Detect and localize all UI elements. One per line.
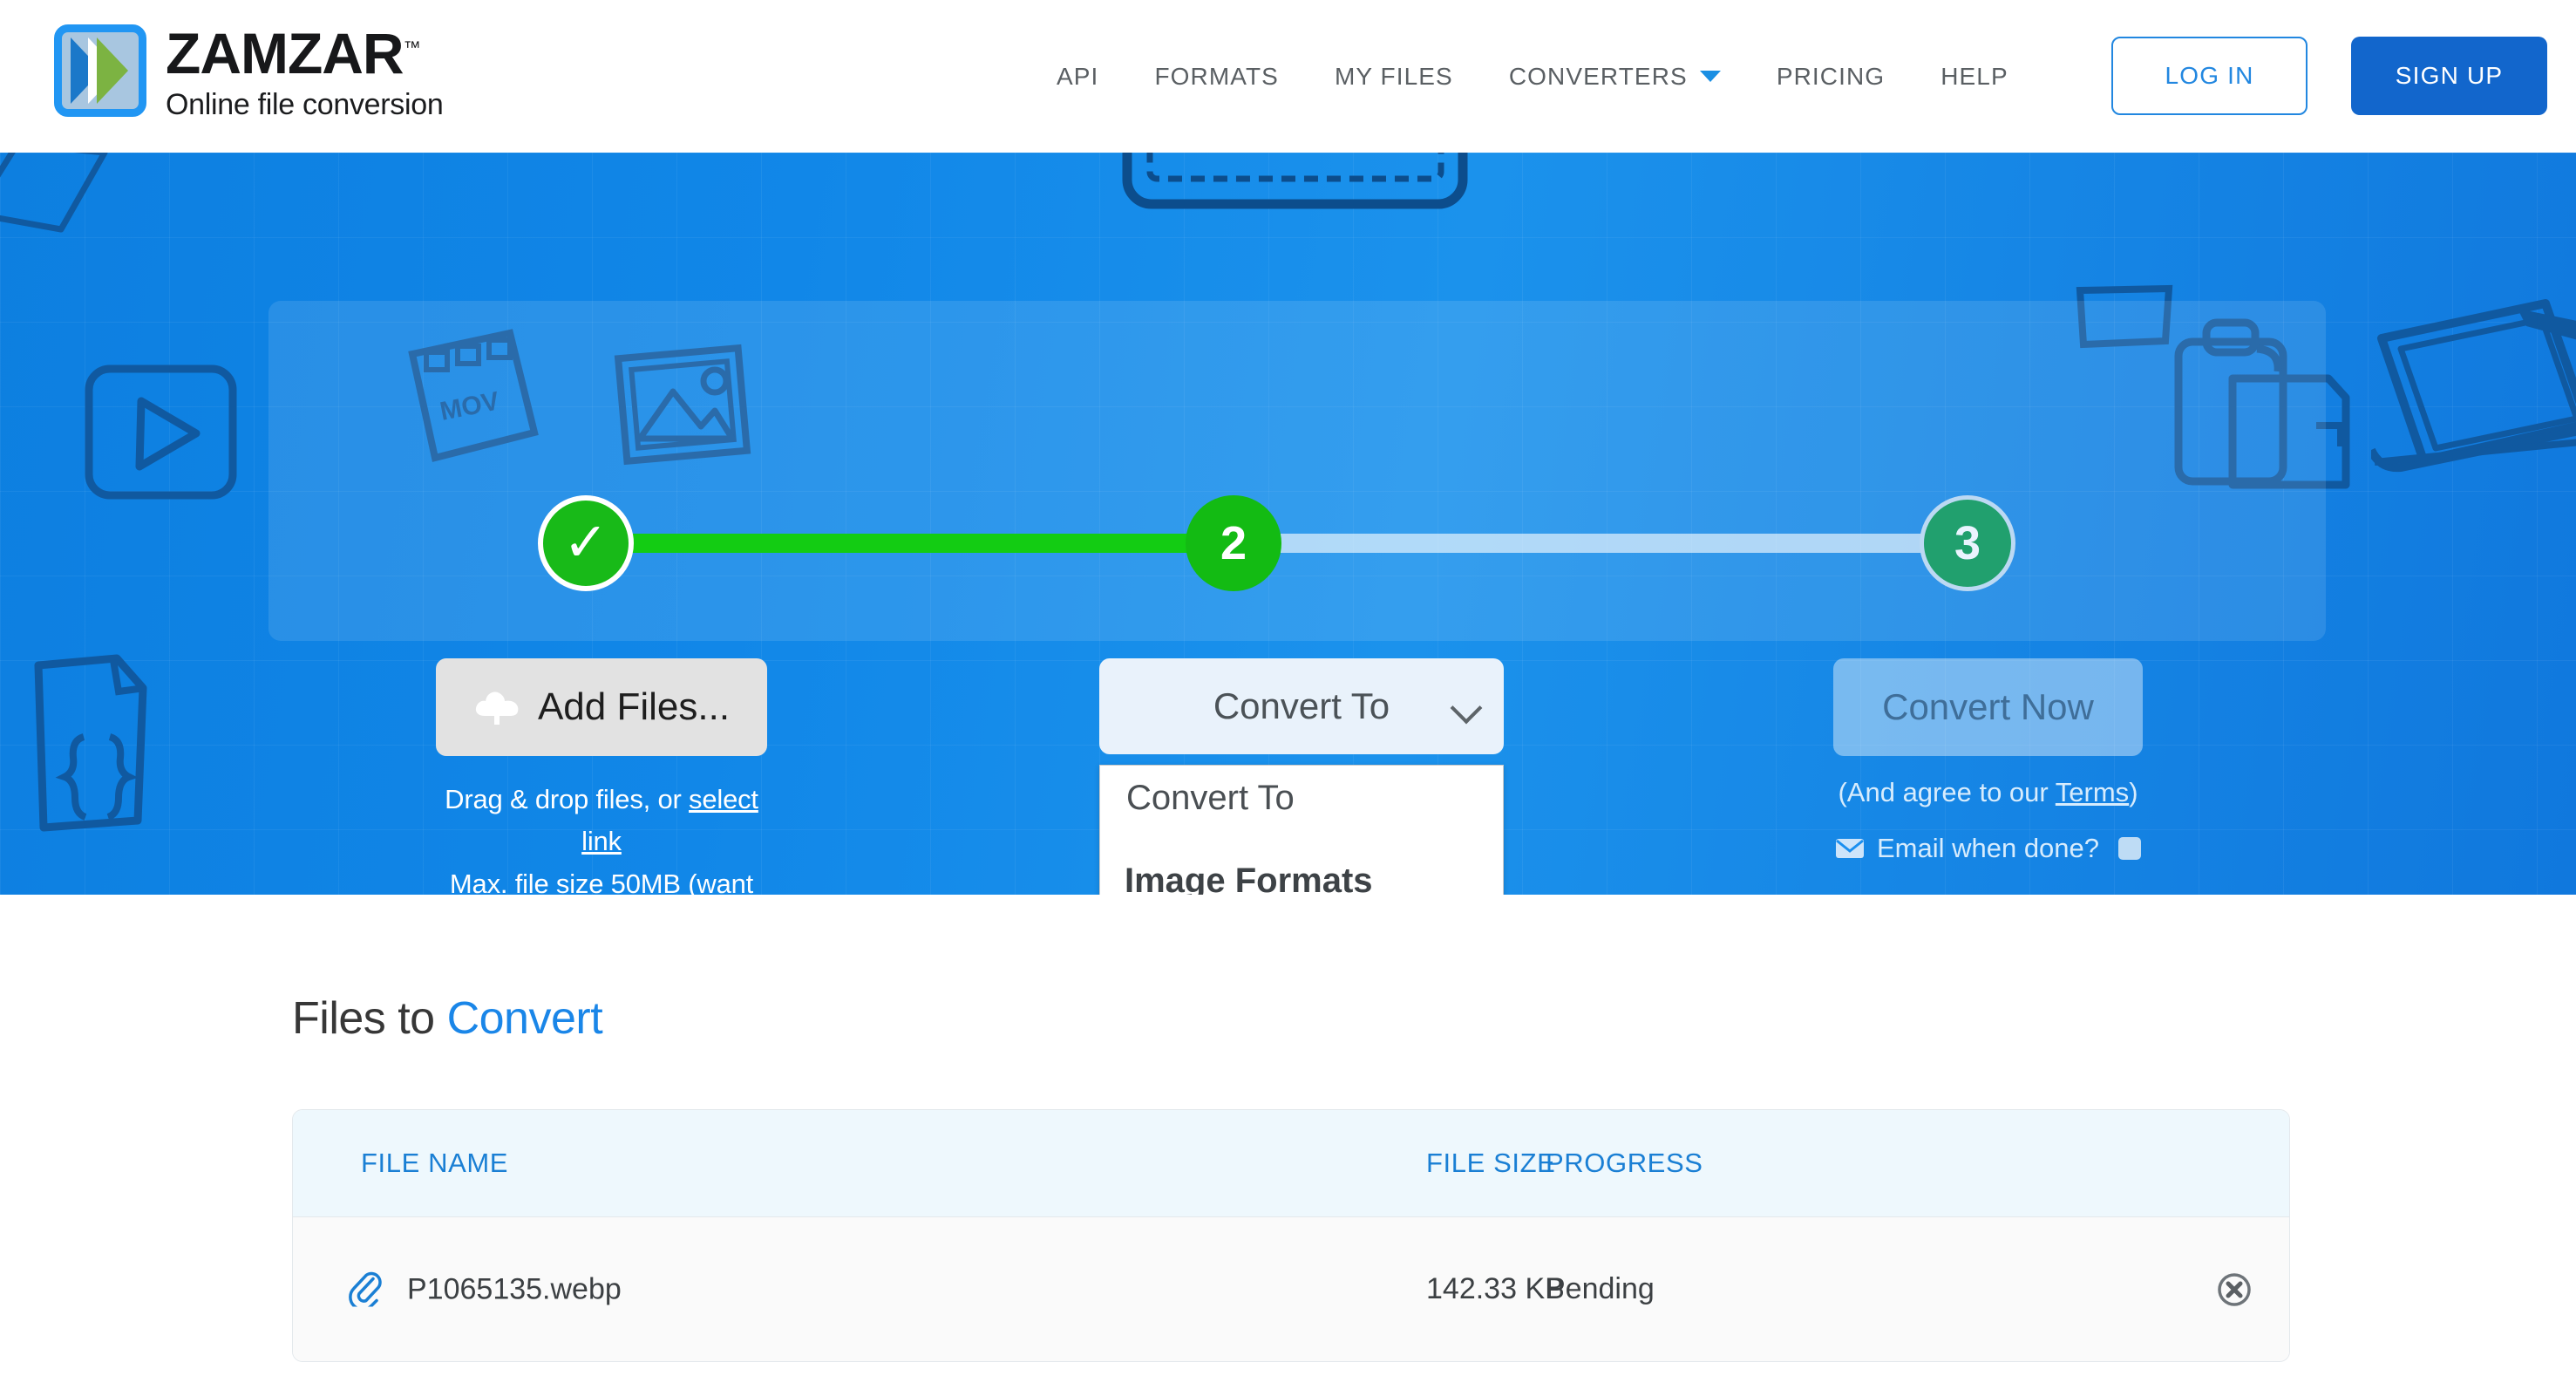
sign-up-button[interactable]: SIGN UP <box>2351 37 2547 115</box>
nav-item-my-files[interactable]: MY FILES <box>1307 63 1481 91</box>
cloud-upload-icon <box>475 691 519 725</box>
table-row: P1065135.webp 142.33 KB Pending <box>293 1217 2289 1361</box>
dropdown-group-image-formats: Image Formats <box>1100 853 1503 896</box>
log-in-button[interactable]: LOG IN <box>2111 37 2308 115</box>
add-files-column: Add Files... Drag & drop files, or selec… <box>436 658 767 895</box>
site-header: ZAMZAR™ Online file conversion API FORMA… <box>0 0 2576 153</box>
step-connector-completed <box>588 534 1234 553</box>
email-when-done-label: Email when done? <box>1876 833 2100 863</box>
dropdown-option-label: Convert To <box>1126 778 1295 817</box>
column-header-file-name: FILE NAME <box>361 1148 509 1178</box>
files-table: FILE NAME FILE SIZE PROGRESS P1065135.we… <box>292 1109 2290 1362</box>
add-files-hint: Drag & drop files, or select link Max. f… <box>436 779 767 895</box>
convert-now-button[interactable]: Convert Now <box>1833 658 2143 756</box>
step-2-current[interactable]: 2 <box>1186 495 1281 591</box>
doodle-envelope-icon <box>0 153 108 233</box>
nav-label: MY FILES <box>1334 62 1453 90</box>
nav-item-converters[interactable]: CONVERTERS <box>1481 63 1749 91</box>
nav-label: HELP <box>1940 62 2008 90</box>
nav-label: PRICING <box>1776 62 1886 90</box>
envelope-icon <box>1835 839 1864 858</box>
caret-down-icon <box>1699 71 1721 82</box>
main-navigation: API FORMATS MY FILES CONVERTERS PRICING … <box>1029 0 2036 153</box>
files-title-plain: Files to <box>292 993 447 1044</box>
files-to-convert-heading: Files to Convert <box>292 992 603 1045</box>
logo-wordmark: ZAMZAR™ <box>166 24 443 82</box>
nav-label: FORMATS <box>1154 62 1279 90</box>
logo-tagline: Online file conversion <box>166 88 444 121</box>
cell-progress: Pending <box>1546 1272 1655 1305</box>
add-files-label: Add Files... <box>537 685 731 728</box>
terms-agreement-text: (And agree to our Terms) <box>1833 777 2143 808</box>
drag-drop-line: Drag & drop files, or select link <box>436 779 767 863</box>
nav-item-pricing[interactable]: PRICING <box>1749 63 1913 91</box>
convert-now-label: Convert Now <box>1882 686 2094 727</box>
email-when-done-checkbox[interactable] <box>2118 837 2142 860</box>
check-icon: ✓ <box>563 513 608 573</box>
max-size-line: Max. file size 50MB (want more?) <box>436 863 767 895</box>
convert-to-select[interactable]: Convert To <box>1099 658 1504 754</box>
convert-to-selected-label: Convert To <box>1213 685 1390 726</box>
doodle-laptop-icon <box>2371 299 2576 473</box>
drag-drop-text: Drag & drop files, or <box>445 784 690 814</box>
sign-up-label: SIGN UP <box>2395 62 2504 89</box>
convert-to-dropdown-list[interactable]: Convert To Image Formats bmp gif jpg pcx… <box>1099 765 1504 895</box>
chevron-down-icon <box>1450 691 1483 725</box>
nav-label: CONVERTERS <box>1508 62 1688 90</box>
convert-now-column: Convert Now (And agree to our Terms) Ema… <box>1833 658 2143 864</box>
remove-circle-icon[interactable] <box>2215 1270 2253 1309</box>
doodle-code-file-icon <box>34 654 147 832</box>
terms-suffix: ) <box>2129 777 2138 807</box>
column-header-file-size: FILE SIZE <box>1426 1148 1556 1178</box>
nav-item-help[interactable]: HELP <box>1913 63 2036 91</box>
hero-section: MOV ✓ 2 3 Add Files... Drag & drop files… <box>0 153 2576 895</box>
nav-item-api[interactable]: API <box>1029 63 1126 91</box>
double-chevron-logo-icon <box>54 24 146 117</box>
step-3-upcoming[interactable]: 3 <box>1920 495 2015 591</box>
step-3-label: 3 <box>1954 517 1981 569</box>
dropdown-group-label: Image Formats <box>1125 861 1373 896</box>
logo-title-text: ZAMZAR <box>166 21 404 85</box>
files-title-highlight: Convert <box>446 993 603 1044</box>
dropdown-spacer <box>1100 830 1503 853</box>
step-2-label: 2 <box>1220 517 1247 569</box>
terms-link[interactable]: Terms <box>2056 777 2129 807</box>
step-1-complete[interactable]: ✓ <box>538 495 634 591</box>
nav-item-formats[interactable]: FORMATS <box>1126 63 1307 91</box>
step-progress-indicator: ✓ 2 3 <box>538 495 2046 591</box>
doodle-video-play-icon <box>85 364 237 500</box>
nav-label: API <box>1057 62 1099 90</box>
convert-to-column: Convert To Convert To Image Formats bmp … <box>1099 658 1504 895</box>
max-size-text: Max. file size 50MB ( <box>449 868 697 895</box>
add-files-button[interactable]: Add Files... <box>436 658 767 756</box>
step-connector-upcoming <box>1234 534 1922 553</box>
paperclip-icon <box>347 1268 382 1311</box>
trademark-symbol: ™ <box>403 38 421 58</box>
cell-file-size: 142.33 KB <box>1426 1272 1565 1305</box>
email-when-done-row: Email when done? <box>1833 833 2143 864</box>
files-table-header: FILE NAME FILE SIZE PROGRESS <box>293 1110 2289 1217</box>
log-in-label: LOG IN <box>2165 62 2254 89</box>
terms-prefix: (And agree to our <box>1838 777 2056 807</box>
doodle-monitor-icon <box>1122 153 1468 209</box>
dropdown-option-placeholder[interactable]: Convert To <box>1100 766 1503 830</box>
site-logo[interactable]: ZAMZAR™ Online file conversion <box>54 24 444 122</box>
cell-file-name: P1065135.webp <box>407 1272 622 1305</box>
column-header-progress: PROGRESS <box>1546 1148 1703 1178</box>
